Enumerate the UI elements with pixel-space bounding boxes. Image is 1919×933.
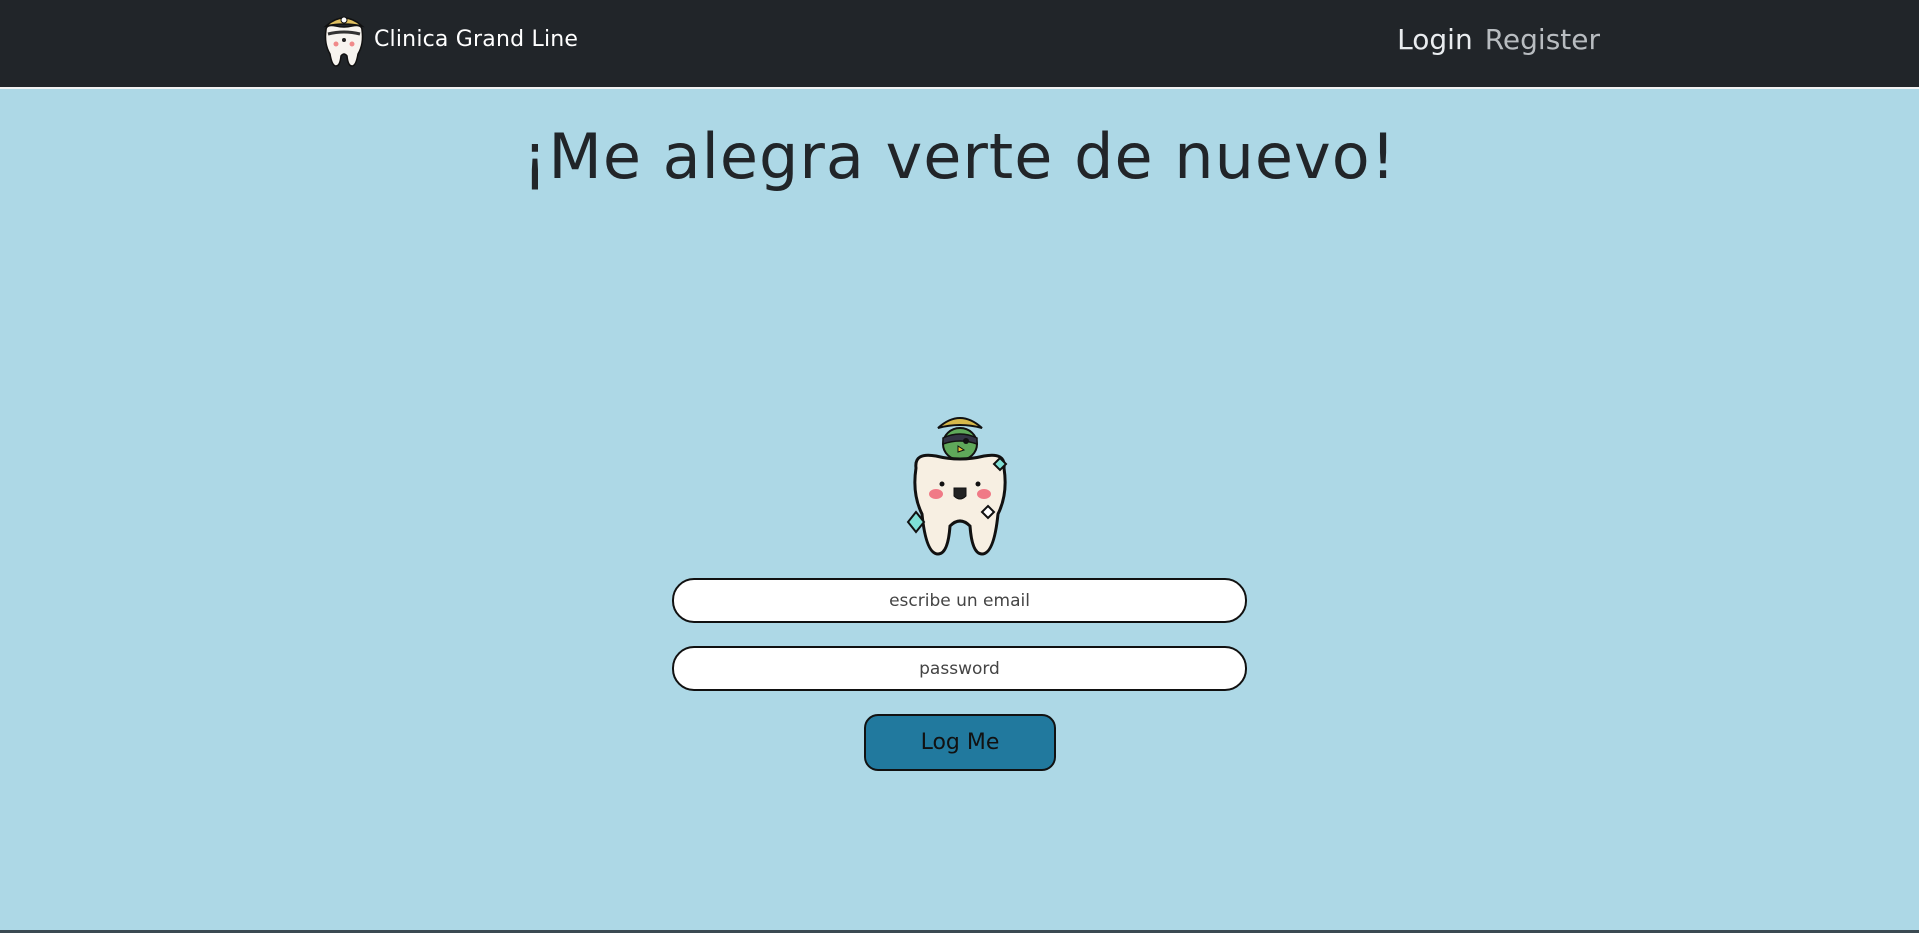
nav-login-link[interactable]: Login (1397, 23, 1473, 56)
nav-links: Login Register (1397, 23, 1600, 56)
tooth-pirate-mascot-icon (906, 417, 1008, 556)
page-title: ¡Me alegra verte de nuevo! (522, 120, 1397, 193)
brand-name: Clinica Grand Line (374, 26, 579, 52)
password-field[interactable] (672, 646, 1247, 691)
email-field[interactable] (672, 578, 1247, 623)
log-me-button[interactable]: Log Me (864, 714, 1056, 771)
navbar: Clinica Grand Line Login Register (0, 0, 1919, 89)
brand-link[interactable]: Clinica Grand Line (320, 8, 578, 70)
nav-register-link[interactable]: Register (1485, 23, 1600, 56)
tooth-logo-icon (323, 16, 365, 67)
